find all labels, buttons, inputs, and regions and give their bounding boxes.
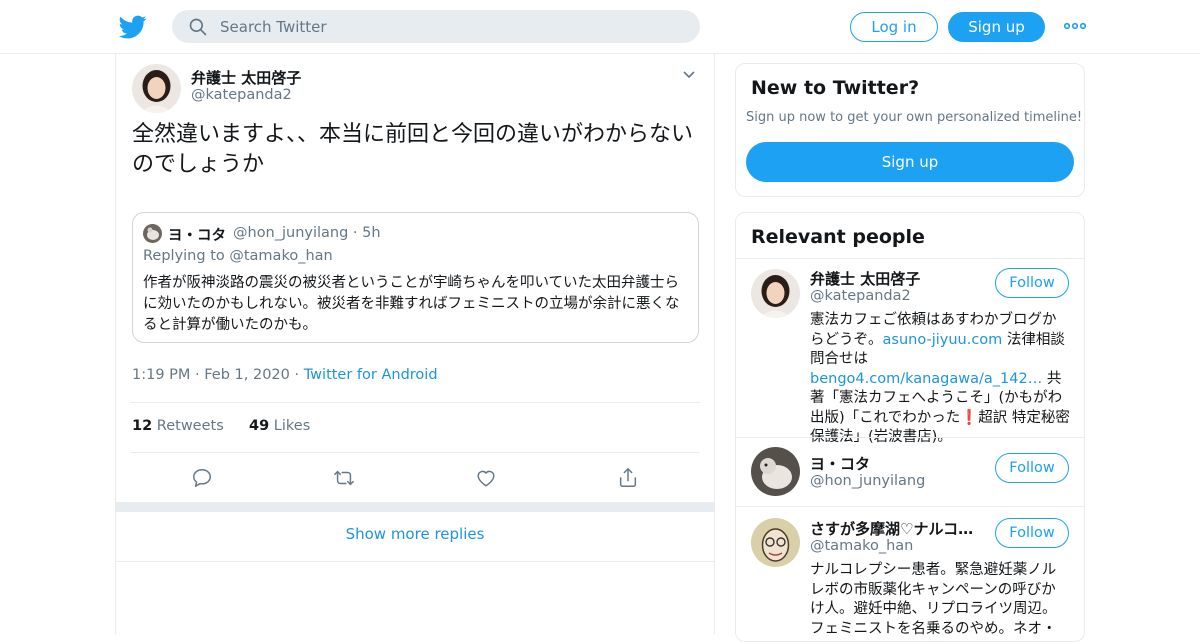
section-separator bbox=[116, 502, 714, 512]
person-avatar[interactable] bbox=[751, 269, 800, 318]
divider bbox=[130, 402, 700, 403]
divider bbox=[130, 452, 700, 453]
more-options-icon[interactable] bbox=[1064, 20, 1086, 32]
quoted-tweet[interactable]: ヨ・コタ @hon_junyilang · 5h Replying to @ta… bbox=[132, 212, 699, 343]
person-name[interactable]: 弁護士 太田啓子 bbox=[810, 268, 980, 289]
divider bbox=[736, 437, 1084, 438]
tweet-timestamp[interactable]: 1:19 PM · Feb 1, 2020 · bbox=[132, 367, 304, 383]
like-icon[interactable] bbox=[475, 467, 497, 489]
person-handle[interactable]: @hon_junyilang bbox=[810, 473, 925, 489]
quoted-author-name: ヨ・コタ bbox=[168, 228, 226, 244]
new-to-twitter-card: New to Twitter? Sign up now to get your … bbox=[735, 63, 1085, 197]
retweet-icon[interactable] bbox=[333, 467, 355, 489]
search-box[interactable] bbox=[172, 10, 700, 43]
replying-to: Replying to @tamako_han bbox=[143, 248, 333, 264]
retweets-count[interactable]: 12 bbox=[132, 418, 152, 434]
author-avatar[interactable] bbox=[132, 64, 181, 113]
bio-link[interactable]: bengo4.com/kanagawa/a_142… bbox=[810, 371, 1042, 387]
person-bio: 憲法カフェご依頼はあすわかブログからどうぞ。asuno-jiyuu.com 法律… bbox=[810, 311, 1070, 448]
tweet-source-link[interactable]: Twitter for Android bbox=[304, 367, 438, 383]
person-bio: ナルコレプシー患者。緊急避妊薬ノルレボの市販薬化キャンペーンの呼びかけ人。避妊中… bbox=[810, 562, 1057, 637]
follow-button[interactable]: Follow bbox=[995, 518, 1069, 548]
follow-button[interactable]: Follow bbox=[995, 453, 1069, 483]
replying-to-handle: @tamako_han bbox=[229, 248, 333, 264]
login-button[interactable]: Log in bbox=[850, 12, 938, 42]
follow-button[interactable]: Follow bbox=[995, 268, 1069, 298]
tweet-stats: 12 Retweets 49 Likes bbox=[132, 418, 310, 434]
replying-to-prefix: Replying to bbox=[143, 248, 230, 264]
retweets-label[interactable]: Retweets bbox=[157, 418, 224, 434]
relevant-people-card: Relevant people 弁護士 太田啓子 @katepanda2 Fol… bbox=[735, 212, 1085, 642]
twitter-bird-icon[interactable] bbox=[119, 13, 147, 41]
top-bar: Log in Sign up bbox=[0, 0, 1200, 54]
quoted-author-handle: @hon_junyilang · 5h bbox=[233, 225, 381, 241]
author-name[interactable]: 弁護士 太田啓子 bbox=[191, 67, 301, 88]
quoted-tweet-text: 作者が阪神淡路の震災の被災者ということが宇崎ちゃんを叩いていた太田弁護士らに効い… bbox=[143, 275, 680, 333]
likes-label[interactable]: Likes bbox=[274, 418, 310, 434]
tweet-meta: 1:19 PM · Feb 1, 2020 · Twitter for Andr… bbox=[132, 367, 438, 383]
search-input[interactable] bbox=[220, 10, 680, 43]
bio-link[interactable]: asuno-jiyuu.com bbox=[883, 332, 1003, 348]
divider bbox=[116, 561, 714, 562]
sidebar-signup-button[interactable]: Sign up bbox=[746, 142, 1074, 182]
new-to-twitter-title: New to Twitter? bbox=[751, 77, 920, 99]
divider bbox=[736, 258, 1084, 259]
signup-button[interactable]: Sign up bbox=[948, 12, 1045, 42]
quoted-avatar bbox=[143, 224, 162, 243]
likes-count[interactable]: 49 bbox=[249, 418, 269, 434]
person-name[interactable]: さすが多摩湖♡ナルコ… bbox=[810, 518, 980, 539]
exclamation-emoji: ❗ bbox=[960, 409, 979, 426]
share-icon[interactable] bbox=[617, 467, 639, 489]
tweet-text: 全然違いますよ、、本当に前回と今回の違いがわからないのでしょうか bbox=[132, 122, 694, 177]
divider bbox=[736, 506, 1084, 507]
reply-icon[interactable] bbox=[191, 467, 213, 489]
tweet-column: 弁護士 太田啓子 @katepanda2 全然違いますよ、、本当に前回と今回の違… bbox=[115, 54, 715, 634]
author-handle[interactable]: @katepanda2 bbox=[191, 87, 292, 103]
person-name[interactable]: ヨ・コタ bbox=[810, 453, 980, 474]
person-handle[interactable]: @katepanda2 bbox=[810, 288, 911, 304]
person-handle[interactable]: @tamako_han bbox=[810, 538, 913, 554]
new-to-twitter-subtitle: Sign up now to get your own personalized… bbox=[746, 110, 1083, 125]
person-avatar[interactable] bbox=[751, 518, 800, 567]
relevant-people-title: Relevant people bbox=[751, 226, 925, 248]
show-more-replies-link[interactable]: Show more replies bbox=[116, 525, 714, 543]
person-avatar[interactable] bbox=[751, 447, 800, 496]
chevron-down-icon[interactable] bbox=[682, 70, 696, 80]
search-icon bbox=[189, 18, 207, 36]
